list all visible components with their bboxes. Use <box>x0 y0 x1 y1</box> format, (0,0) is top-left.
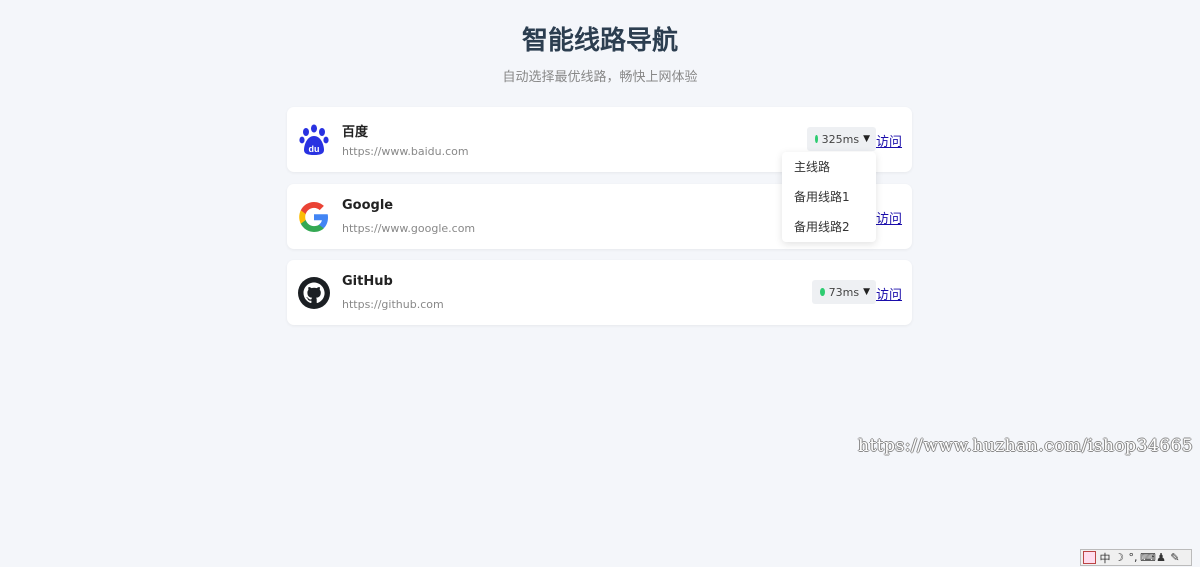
route-selector[interactable]: 325ms ▼ <box>807 127 876 151</box>
latency-value: 325ms <box>821 132 860 146</box>
site-name: Google <box>342 198 394 213</box>
punctuation-icon[interactable]: °, <box>1126 551 1140 564</box>
latency-value: 73ms <box>828 285 860 299</box>
ime-mode[interactable]: 中 <box>1098 550 1112 566</box>
site-url: https://www.baidu.com <box>342 145 469 158</box>
google-g-icon <box>299 202 328 232</box>
visit-link[interactable]: 访问 <box>876 131 902 150</box>
keyboard-icon[interactable]: ⌨ <box>1140 551 1156 564</box>
site-url: https://www.google.com <box>342 222 476 235</box>
menu-item-main-route[interactable]: 主线路 <box>782 152 876 182</box>
baidu-paw-icon: du <box>299 124 329 155</box>
caret-down-icon: ▼ <box>863 134 870 144</box>
watermark-text: https://www.huzhan.com/ishop34665 <box>858 436 1194 456</box>
ime-toolbar[interactable]: 中 ☽ °, ⌨ ♟ ✎ <box>1080 549 1192 566</box>
user-icon[interactable]: ♟ <box>1154 551 1168 564</box>
status-dot <box>815 135 818 143</box>
route-selector[interactable]: 73ms ▼ <box>812 280 876 304</box>
status-dot <box>820 288 825 296</box>
moon-icon[interactable]: ☽ <box>1112 551 1126 564</box>
site-card-github: GitHub https://github.com 73ms ▼ 访问 <box>287 260 912 325</box>
menu-item-backup-route-1[interactable]: 备用线路1 <box>782 182 876 212</box>
github-octocat-icon <box>298 277 330 309</box>
site-name: 百度 <box>342 125 369 140</box>
ime-logo-icon[interactable] <box>1083 551 1096 564</box>
route-dropdown-menu: 主线路 备用线路1 备用线路2 <box>782 152 876 242</box>
site-name: GitHub <box>342 274 393 289</box>
site-url: https://github.com <box>342 298 444 311</box>
caret-down-icon: ▼ <box>863 287 870 297</box>
menu-item-backup-route-2[interactable]: 备用线路2 <box>782 212 876 242</box>
svg-text:du: du <box>309 144 320 154</box>
page-subtitle: 自动选择最优线路，畅快上网体验 <box>502 70 698 85</box>
visit-link[interactable]: 访问 <box>876 284 902 303</box>
visit-link[interactable]: 访问 <box>876 208 902 227</box>
page-title: 智能线路导航 <box>521 26 678 56</box>
wrench-icon[interactable]: ✎ <box>1168 551 1182 564</box>
